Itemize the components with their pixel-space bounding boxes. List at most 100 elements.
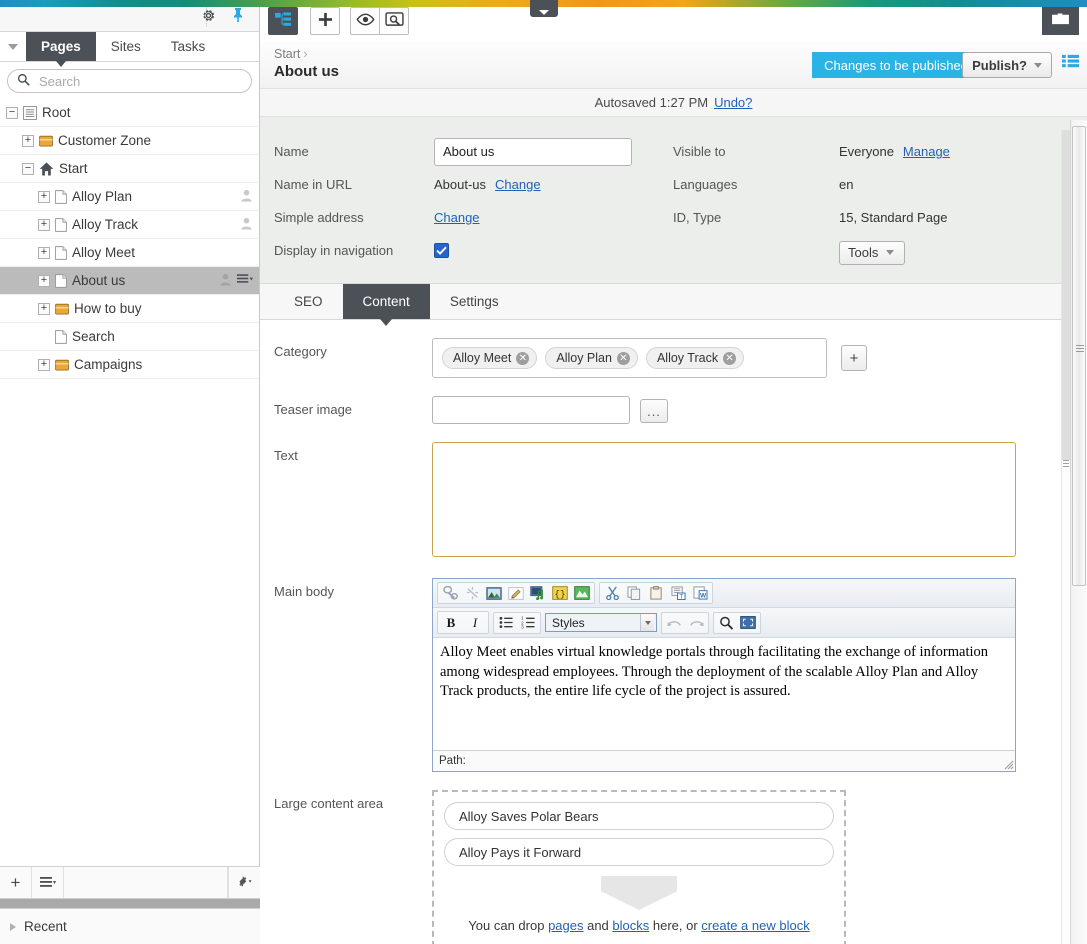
display-in-navigation-checkbox[interactable] <box>434 243 449 258</box>
collapse-icon[interactable]: − <box>22 162 34 175</box>
expand-icon[interactable]: + <box>38 190 50 203</box>
context-menu-icon[interactable] <box>237 273 253 288</box>
category-chip[interactable]: Alloy Plan ✕ <box>545 347 638 369</box>
tools-button[interactable]: Tools <box>839 240 905 265</box>
remove-category-icon[interactable]: ✕ <box>516 351 530 365</box>
content-block-item[interactable]: Alloy Pays it Forward <box>444 838 834 866</box>
paste-text-icon[interactable]: T <box>668 584 688 602</box>
expand-icon[interactable]: + <box>38 274 50 287</box>
search-icon[interactable] <box>716 614 736 632</box>
breadcrumb[interactable]: Start › <box>274 47 308 61</box>
version-list-button[interactable] <box>1062 54 1079 71</box>
media-icon[interactable] <box>528 584 548 602</box>
remove-category-icon[interactable]: ✕ <box>616 351 630 365</box>
add-button[interactable] <box>310 6 340 35</box>
doc-icon <box>55 273 67 288</box>
undo-icon[interactable] <box>664 614 684 632</box>
teaser-image-input[interactable] <box>432 396 630 424</box>
change-url-link[interactable]: Change <box>495 177 541 192</box>
edit-image-icon[interactable] <box>506 584 526 602</box>
tree-item-search[interactable]: Search <box>0 323 259 351</box>
editor-body[interactable]: Alloy Meet enables virtual knowledge por… <box>433 638 1015 751</box>
manage-access-link[interactable]: Manage <box>903 144 950 159</box>
publish-button[interactable]: Publish? <box>962 52 1052 78</box>
link-icon[interactable] <box>440 584 460 602</box>
inspect-button[interactable] <box>379 6 409 35</box>
tab-seo[interactable]: SEO <box>274 284 343 319</box>
expand-icon[interactable]: + <box>38 246 50 259</box>
text-textarea[interactable] <box>432 442 1016 557</box>
name-input[interactable] <box>434 137 632 166</box>
create-new-block-link[interactable]: create a new block <box>701 918 809 933</box>
undo-link[interactable]: Undo? <box>714 95 752 110</box>
remove-category-icon[interactable]: ✕ <box>723 351 737 365</box>
tree-item-how-to-buy[interactable]: + How to buy <box>0 295 259 323</box>
gradient-pull-tab[interactable] <box>530 0 558 17</box>
preview-button[interactable] <box>350 6 380 35</box>
cut-icon[interactable] <box>602 584 622 602</box>
inner-vertical-scrollbar[interactable] <box>1061 130 1070 944</box>
site-tree-button[interactable] <box>268 6 298 35</box>
expand-icon[interactable]: + <box>38 302 50 315</box>
source-code-icon[interactable]: {} <box>550 584 570 602</box>
bold-button[interactable]: B <box>440 613 462 632</box>
search-box[interactable] <box>7 69 252 93</box>
tree-item-alloy-track[interactable]: + Alloy Track <box>0 211 259 239</box>
horizontal-scrollbar[interactable] <box>0 898 260 908</box>
tree-item-campaigns[interactable]: + Campaigns <box>0 351 259 379</box>
vertical-scrollbar[interactable] <box>1070 120 1087 944</box>
italic-button[interactable]: I <box>464 613 486 632</box>
unlink-icon[interactable] <box>462 584 482 602</box>
tree-item-customer-zone[interactable]: + Customer Zone <box>0 127 259 155</box>
search-input[interactable] <box>37 72 242 90</box>
assets-button[interactable] <box>1042 5 1079 35</box>
add-page-button[interactable]: + <box>0 867 32 898</box>
sidebar-tab-pages[interactable]: Pages <box>26 32 96 67</box>
editor-insert-group: {} <box>437 582 595 604</box>
sidebar-collapse-button[interactable] <box>0 32 26 61</box>
image-icon[interactable] <box>484 584 504 602</box>
sidebar-tab-sites[interactable]: Sites <box>96 32 156 61</box>
tree-item-root[interactable]: − Root <box>0 99 259 127</box>
category-chip[interactable]: Alloy Track ✕ <box>645 347 745 369</box>
paste-icon[interactable] <box>646 584 666 602</box>
tree-item-alloy-meet[interactable]: + Alloy Meet <box>0 239 259 267</box>
expand-icon[interactable]: + <box>22 134 34 147</box>
paste-word-icon[interactable]: W <box>690 584 710 602</box>
scroll-thumb[interactable] <box>1072 126 1086 586</box>
bullet-list-icon[interactable] <box>496 614 516 632</box>
redo-icon[interactable] <box>686 614 706 632</box>
person-icon <box>240 189 253 205</box>
numbered-list-icon[interactable]: 123 <box>518 614 538 632</box>
sidebar-settings-button[interactable] <box>228 867 260 898</box>
styles-select[interactable]: Styles <box>545 613 657 632</box>
tab-settings[interactable]: Settings <box>430 284 519 319</box>
editor-list-group: 123 <box>493 611 541 634</box>
collapse-icon[interactable]: − <box>6 106 18 119</box>
resize-grip[interactable] <box>1002 758 1014 770</box>
content-block-item[interactable]: Alloy Saves Polar Bears <box>444 802 834 830</box>
browse-teaser-image-button[interactable]: ... <box>640 399 668 423</box>
tree-item-about-us[interactable]: + About us <box>0 267 259 295</box>
recent-section[interactable]: Recent <box>0 908 260 944</box>
inner-scroll-thumb[interactable] <box>1062 130 1070 460</box>
drop-pages-link[interactable]: pages <box>548 918 583 933</box>
add-category-button[interactable]: + <box>841 345 867 371</box>
tree-item-alloy-plan[interactable]: + Alloy Plan <box>0 183 259 211</box>
content-drop-zone[interactable]: Alloy Saves Polar Bears Alloy Pays it For… <box>432 790 846 944</box>
category-chips-box[interactable]: Alloy Meet ✕ Alloy Plan ✕ Alloy Track ✕ <box>432 338 827 378</box>
tree-options-button[interactable] <box>32 867 64 898</box>
sidebar-tab-tasks[interactable]: Tasks <box>156 32 221 61</box>
tab-content[interactable]: Content <box>342 284 430 326</box>
expand-icon[interactable]: + <box>38 218 50 231</box>
flash-icon[interactable] <box>572 584 592 602</box>
category-chip[interactable]: Alloy Meet ✕ <box>442 347 538 369</box>
maximize-icon[interactable] <box>738 614 758 632</box>
drop-blocks-link[interactable]: blocks <box>612 918 649 933</box>
property-row-languages: Languages en <box>673 168 1087 201</box>
tree-item-start[interactable]: − Start <box>0 155 259 183</box>
copy-icon[interactable] <box>624 584 644 602</box>
breadcrumb-parent[interactable]: Start <box>274 47 300 61</box>
change-simple-address-link[interactable]: Change <box>434 210 480 225</box>
expand-icon[interactable]: + <box>38 358 50 371</box>
